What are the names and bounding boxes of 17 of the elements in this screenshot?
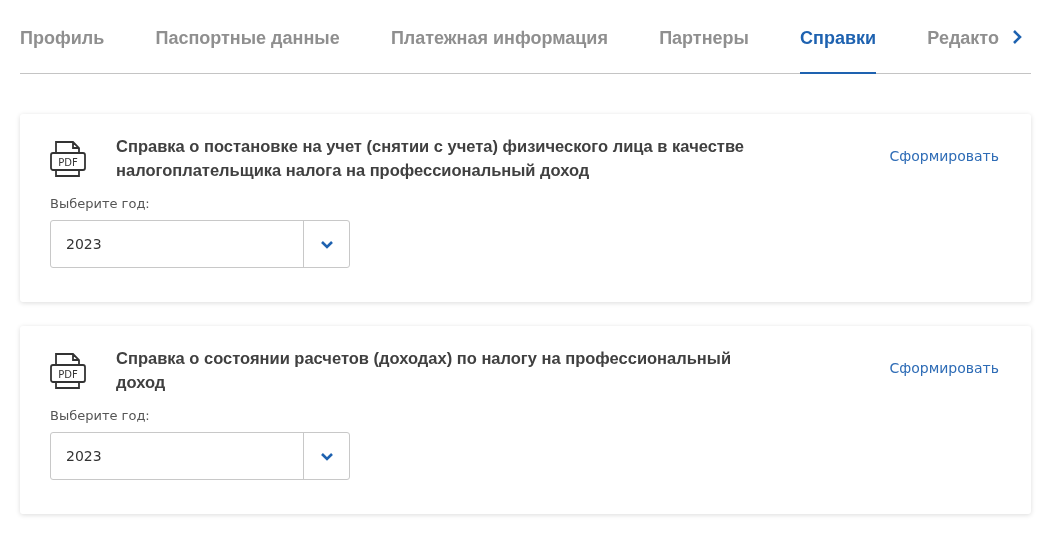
- year-select[interactable]: 2023: [50, 432, 350, 480]
- year-select[interactable]: 2023: [50, 220, 350, 268]
- chevron-right-icon[interactable]: [1011, 28, 1023, 45]
- tab[interactable]: Справки: [800, 0, 877, 74]
- year-label: Выберите год:: [50, 408, 151, 423]
- chevron-down-icon: [319, 451, 334, 461]
- certificate-title: Справка о постановке на учет (снятии с учета) физического лица в качестве налогоплательщика налога на профессиональный доход: [116, 136, 746, 181]
- tab[interactable]: Редакто: [927, 0, 999, 74]
- tab[interactable]: Партнеры: [659, 0, 749, 74]
- certificate-title: Справка о состоянии расчетов (доходах) по налогу на профессиональный доход: [116, 348, 733, 393]
- year-label: Выберите год:: [50, 196, 151, 211]
- chevron-down-icon: [319, 239, 334, 249]
- tab[interactable]: Профиль: [20, 0, 105, 74]
- generate-link[interactable]: Сформировать: [889, 148, 999, 164]
- tab[interactable]: Паспортные данные: [155, 0, 340, 74]
- generate-link[interactable]: Сформировать: [889, 360, 999, 376]
- tab[interactable]: Платежная информация: [390, 0, 608, 74]
